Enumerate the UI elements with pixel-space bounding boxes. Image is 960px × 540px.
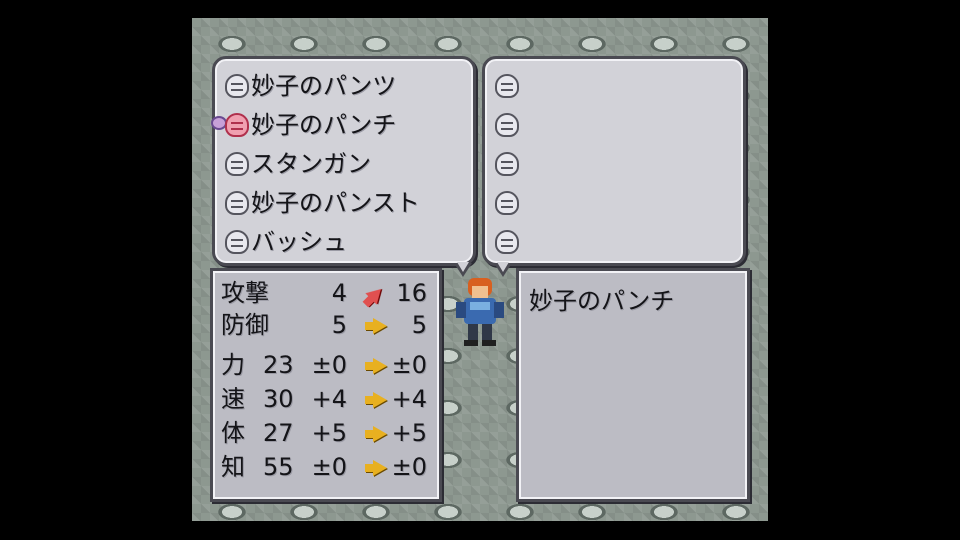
- arrow-right-icon: [365, 460, 387, 476]
- item-label: スタンガン: [251, 150, 371, 178]
- item-bag-icon: [225, 191, 249, 215]
- empty-slot-icon: [495, 74, 519, 98]
- equip-slot[interactable]: [495, 149, 521, 179]
- equip-slot[interactable]: [495, 227, 521, 257]
- stat-current-value: +5: [311, 419, 347, 447]
- stat-base-value: 55: [263, 453, 294, 481]
- stat-new-value: ±0: [391, 351, 427, 379]
- item-label: 妙子のパンチ: [251, 111, 397, 139]
- stat-name: 防御: [221, 311, 269, 339]
- stat-current-value: ±0: [311, 351, 347, 379]
- stat-row: 防御 5 5: [221, 309, 433, 343]
- item-list-row[interactable]: 妙子のパンチ: [211, 110, 397, 140]
- item-bag-icon: [225, 230, 249, 254]
- item-bag-icon: [225, 74, 249, 98]
- item-list-row[interactable]: 妙子のパンスト: [225, 188, 420, 218]
- stat-base-value: 30: [263, 385, 294, 413]
- stat-name: 体: [221, 419, 245, 447]
- stat-current-value: +4: [311, 385, 347, 413]
- item-list-row[interactable]: 妙子のパンツ: [225, 71, 396, 101]
- stat-current-value: 5: [331, 311, 347, 339]
- stat-base-value: 23: [263, 351, 294, 379]
- game-screen: 妙子のパンツ 妙子のパンチ スタンガン 妙子のパンスト バッシュ 攻撃 4 16 防御 5 5 力 2…: [192, 18, 768, 521]
- stat-new-value: +5: [391, 419, 427, 447]
- stat-base-value: 27: [263, 419, 294, 447]
- stat-name: 知: [221, 453, 245, 481]
- stat-new-value: 5: [411, 311, 427, 339]
- empty-slot-icon: [495, 152, 519, 176]
- stat-row: 速 30 +4 +4: [221, 383, 433, 417]
- stat-name: 速: [221, 385, 245, 413]
- item-list-row[interactable]: バッシュ: [225, 227, 347, 257]
- arrow-right-icon: [365, 426, 387, 442]
- item-bag-icon: [225, 152, 249, 176]
- stats-panel: 攻撃 4 16 防御 5 5 力 23 ±0 ±0 速 30 +4 +4 体 27 +5 +5 知 55 ±0 ±0: [210, 268, 442, 502]
- stat-row: 力 23 ±0 ±0: [221, 349, 433, 383]
- stat-row: 攻撃 4 16: [221, 277, 433, 311]
- item-list-row[interactable]: スタンガン: [225, 149, 371, 179]
- item-label: 妙子のパンツ: [251, 72, 397, 100]
- arrow-right-icon: [365, 318, 387, 334]
- stat-name: 力: [221, 351, 245, 379]
- empty-slot-icon: [495, 113, 519, 137]
- arrow-right-icon: [365, 392, 387, 408]
- character-sprite: [456, 278, 504, 346]
- item-bag-icon: [225, 113, 249, 137]
- stat-current-value: 4: [331, 279, 347, 307]
- stat-new-value: ±0: [391, 453, 427, 481]
- empty-slot-icon: [495, 230, 519, 254]
- item-label: バッシュ: [251, 228, 347, 256]
- stat-row: 体 27 +5 +5: [221, 417, 433, 451]
- equip-slot[interactable]: [495, 188, 521, 218]
- item-label: 妙子のパンスト: [251, 189, 420, 217]
- description-panel: 妙子のパンチ: [516, 268, 750, 502]
- equip-slot[interactable]: [495, 110, 521, 140]
- arrow-up-icon: [365, 283, 387, 305]
- stat-name: 攻撃: [221, 279, 269, 307]
- arrow-right-icon: [365, 358, 387, 374]
- item-list-panel: 妙子のパンツ 妙子のパンチ スタンガン妙子のパンスト バッシュ: [211, 56, 476, 266]
- stat-row: 知 55 ±0 ±0: [221, 451, 433, 485]
- equip-slot-panel: [482, 56, 746, 266]
- empty-slot-icon: [495, 191, 519, 215]
- stat-new-value: +4: [391, 385, 427, 413]
- stat-new-value: 16: [396, 279, 427, 307]
- stat-current-value: ±0: [311, 453, 347, 481]
- description-text: 妙子のパンチ: [529, 287, 675, 315]
- equip-slot[interactable]: [495, 71, 521, 101]
